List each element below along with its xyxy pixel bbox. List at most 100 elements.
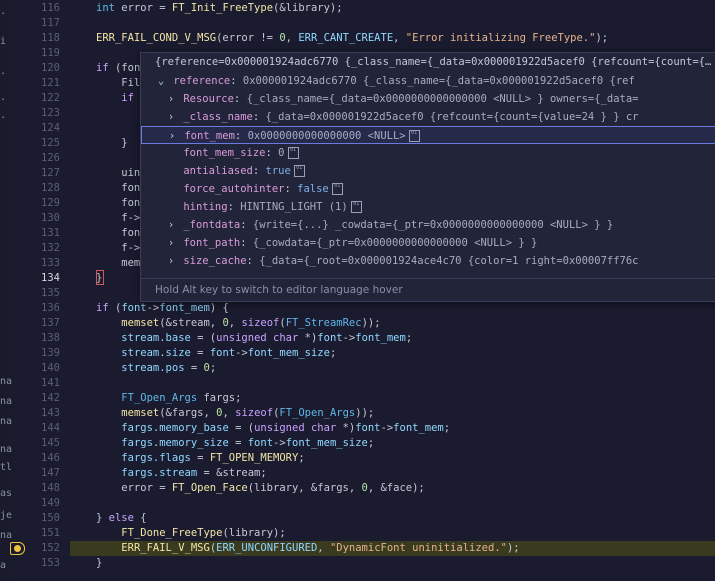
expand-chevron-icon[interactable]: ›	[165, 234, 177, 252]
line-number: 148	[41, 482, 60, 494]
line-number: 139	[41, 347, 60, 359]
line-number: 123	[41, 107, 60, 119]
variable-value: {write={...} _cowdata={_ptr=0x0000000000…	[252, 219, 614, 231]
code-line[interactable]: }	[96, 136, 127, 151]
line-number: 132	[41, 242, 60, 254]
line-number: 143	[41, 407, 60, 419]
line-number: 136	[41, 302, 60, 314]
line-number: 121	[41, 77, 60, 89]
code-line[interactable]: f->	[96, 241, 140, 256]
line-number: 144	[41, 422, 60, 434]
view-binary-icon[interactable]: 01	[350, 201, 362, 213]
variable-row-hinting[interactable]: hinting: HINTING_LIGHT (1) 01	[141, 198, 715, 216]
variable-name: hinting	[177, 201, 228, 213]
code-line[interactable]: if (font->font_mem) {	[96, 301, 229, 316]
code-line[interactable]: fon	[96, 226, 140, 241]
variable-row-antialiased[interactable]: antialiased: true 01	[141, 162, 715, 180]
expand-chevron-icon[interactable]: ›	[165, 252, 177, 270]
variable-name: force_autohinter	[177, 183, 285, 195]
line-number: 117	[41, 17, 60, 29]
view-binary-icon[interactable]: 01	[408, 130, 420, 142]
code-line[interactable]: stream.base = (unsigned char *)font->fon…	[96, 331, 412, 346]
line-number: 152	[41, 542, 60, 554]
variable-row-reference[interactable]: ⌄ reference: 0x000001924adc6770 {_class_…	[141, 72, 715, 90]
code-line[interactable]: fargs.stream = &stream;	[96, 466, 266, 481]
line-number: 124	[41, 122, 60, 134]
code-line[interactable]: ERR_FAIL_V_MSG(ERR_UNCONFIGURED, "Dynami…	[96, 541, 519, 556]
breakpoint-arrow-icon[interactable]	[10, 542, 25, 555]
variable-row-font-mem-size[interactable]: font_mem_size: 0 01	[141, 144, 715, 162]
variable-value: {_cowdata={_ptr=0x0000000000000000 <NULL…	[252, 237, 538, 249]
line-number: 119	[41, 47, 60, 59]
line-number: 145	[41, 437, 60, 449]
line-number: 149	[41, 497, 60, 509]
view-binary-icon[interactable]: 01	[331, 183, 343, 195]
code-line[interactable]: if	[96, 91, 134, 106]
variable-row-font-mem[interactable]: › font_mem: 0x0000000000000000 <NULL> 01	[141, 126, 715, 144]
code-line[interactable]: memset(&fargs, 0, sizeof(FT_Open_Args));	[96, 406, 374, 421]
code-line[interactable]: FT_Open_Args fargs;	[96, 391, 241, 406]
code-line[interactable]: int error = FT_Init_FreeType(&library);	[96, 1, 343, 16]
bracket-match-indicator	[96, 270, 104, 285]
sidebar-fragment: tl	[0, 462, 13, 473]
code-line[interactable]: Fil	[96, 76, 140, 91]
expand-chevron-icon[interactable]: ›	[165, 108, 177, 126]
line-number: 147	[41, 467, 60, 479]
sidebar-fragment: as	[0, 488, 13, 499]
variable-row-Resource[interactable]: › Resource: {_class_name={_data=0x000000…	[141, 90, 715, 108]
code-line[interactable]: }	[96, 556, 102, 571]
code-line[interactable]: fon	[96, 181, 140, 196]
line-number: 142	[41, 392, 60, 404]
sidebar-fragment: je	[0, 510, 13, 521]
sidebar-fragment: .	[0, 66, 7, 77]
code-line[interactable]: memset(&stream, 0, sizeof(FT_StreamRec))…	[96, 316, 380, 331]
code-line[interactable]: fon	[96, 196, 140, 211]
variable-row-force-autohinter[interactable]: force_autohinter: false 01	[141, 180, 715, 198]
code-line[interactable]: fargs.flags = FT_OPEN_MEMORY;	[96, 451, 304, 466]
expand-chevron-icon[interactable]: ›	[166, 127, 178, 143]
view-binary-icon[interactable]: 01	[293, 165, 305, 177]
expand-chevron-icon[interactable]: ›	[165, 90, 177, 108]
variable-value: 0x0000000000000000 <NULL>	[247, 130, 406, 142]
line-number: 146	[41, 452, 60, 464]
code-line[interactable]: fargs.memory_base = (unsigned char *)fon…	[96, 421, 450, 436]
line-number: 118	[41, 32, 60, 44]
sidebar-fragment: a	[0, 560, 7, 571]
code-line[interactable]: mem	[96, 256, 140, 271]
variable-row--class-name[interactable]: › _class_name: {_data=0x000001922d5acef0…	[141, 108, 715, 126]
code-line[interactable]: error = FT_Open_Face(library, &fargs, 0,…	[96, 481, 424, 496]
variable-row-font-path[interactable]: › font_path: {_cowdata={_ptr=0x000000000…	[141, 234, 715, 252]
variable-name: size_cache	[177, 255, 247, 267]
variable-value: HINTING_LIGHT (1)	[240, 201, 348, 213]
expand-chevron-icon[interactable]: ⌄	[155, 72, 167, 90]
sidebar-fragment: na	[0, 416, 13, 427]
code-line[interactable]: } else {	[96, 511, 147, 526]
debug-hover-widget[interactable]: {reference=0x000001924adc6770 {_class_na…	[140, 52, 715, 302]
line-number: 135	[41, 287, 60, 299]
code-line[interactable]: f->	[96, 211, 140, 226]
variable-row-size-cache[interactable]: › size_cache: {_data={_root=0x000001924a…	[141, 252, 715, 270]
line-number: 120	[41, 62, 60, 74]
code-line[interactable]: stream.pos = 0;	[96, 361, 216, 376]
code-line[interactable]: ERR_FAIL_COND_V_MSG(error != 0, ERR_CANT…	[96, 31, 608, 46]
view-binary-icon[interactable]: 01	[287, 147, 299, 159]
line-number: 138	[41, 332, 60, 344]
variable-value: {_data=0x000001922d5acef0 {refcount={cou…	[265, 111, 639, 123]
code-line[interactable]: FT_Done_FreeType(library);	[96, 526, 285, 541]
line-number: 151	[41, 527, 60, 539]
variable-name: font_mem	[178, 130, 235, 142]
code-line[interactable]: if (fon	[96, 61, 140, 76]
code-line[interactable]: uin	[96, 166, 140, 181]
code-line[interactable]: stream.size = font->font_mem_size;	[96, 346, 336, 361]
variable-name: _fontdata	[177, 219, 241, 231]
variable-row--fontdata[interactable]: › _fontdata: {write={...} _cowdata={_ptr…	[141, 216, 715, 234]
variable-name: Resource	[177, 93, 234, 105]
expand-chevron-icon[interactable]: ›	[165, 216, 177, 234]
variable-value: 0x000001924adc6770 {_class_name={_data=0…	[242, 75, 635, 87]
line-number: 133	[41, 257, 60, 269]
hover-header: {reference=0x000001924adc6770 {_class_na…	[155, 56, 712, 68]
sidebar-fragment: na	[0, 376, 13, 387]
code-line[interactable]: fargs.memory_size = font->font_mem_size;	[96, 436, 374, 451]
